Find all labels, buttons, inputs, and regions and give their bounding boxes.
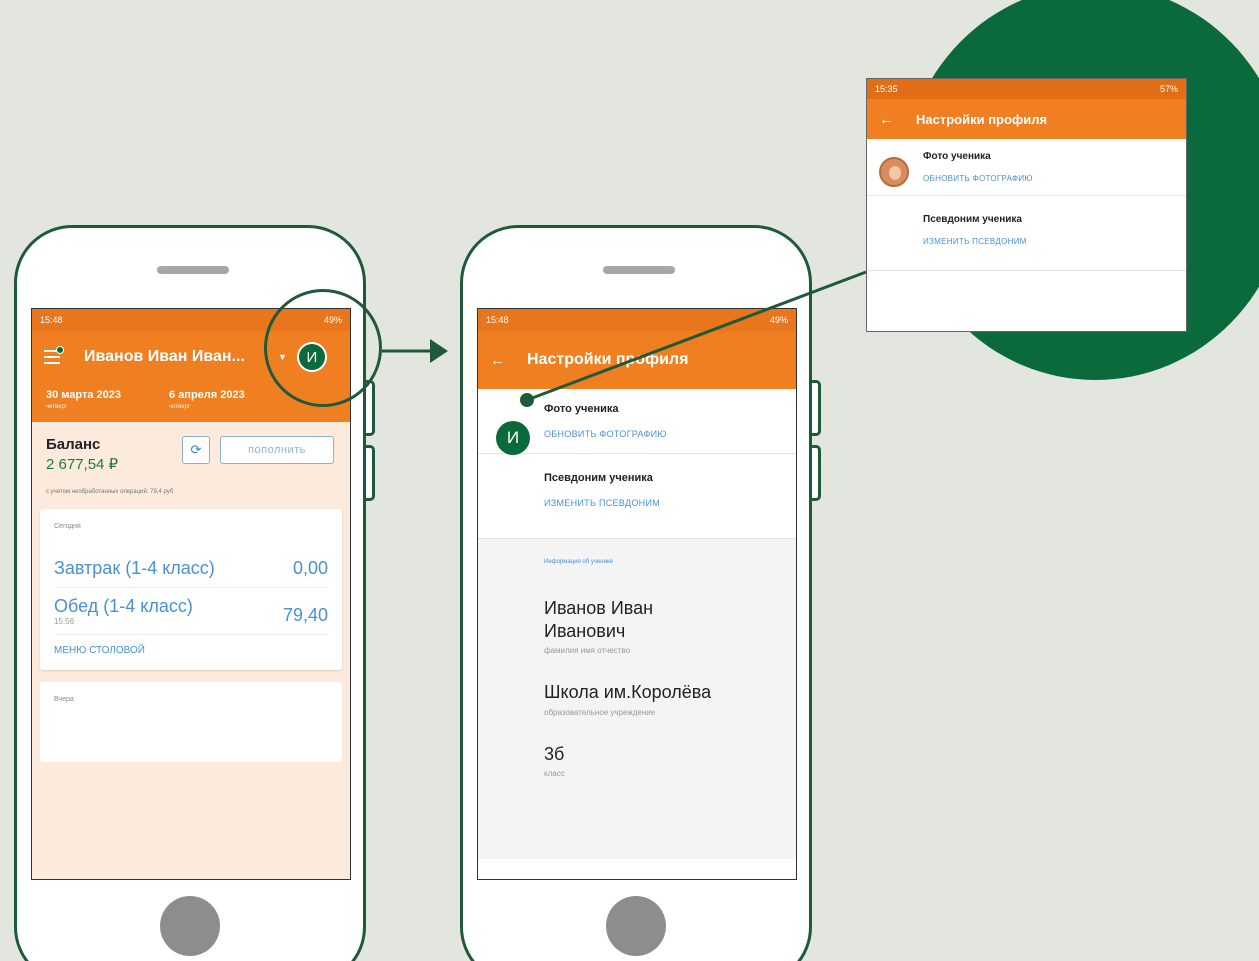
yesterday-card: Вчера <box>40 682 342 762</box>
photo-title: Фото ученика <box>923 151 991 162</box>
weekday-label: четверг <box>46 404 67 410</box>
school-name: Школа им.Королёва <box>544 682 712 702</box>
home-button <box>606 896 666 956</box>
change-alias-link[interactable]: изменить псевдоним <box>544 498 796 508</box>
alias-section: Псевдоним ученика изменить псевдоним <box>867 196 1186 271</box>
date-item[interactable]: 30 марта 2023 четверг <box>46 389 121 410</box>
arrow-left-icon[interactable]: ← <box>490 352 505 369</box>
balance-note: с учетом необработанных операций: 79,4 р… <box>46 489 174 495</box>
meal-name: Обед (1-4 класс) <box>54 596 193 616</box>
avatar-highlight-ring <box>264 289 382 407</box>
today-card: Сегодня Завтрак (1-4 класс) 0,00 Обед (1… <box>40 509 342 670</box>
status-time: 15:48 <box>40 315 63 325</box>
notification-dot <box>56 346 64 354</box>
change-alias-link[interactable]: изменить псевдоним <box>923 237 1186 246</box>
status-icons: 49% <box>769 315 788 325</box>
class-label: класс <box>544 769 565 778</box>
meal-time: 15:56 <box>54 617 75 626</box>
phone-side-button <box>812 380 821 436</box>
meal-name: Завтрак (1-4 класс) <box>54 558 215 578</box>
student-photo-avatar[interactable] <box>879 157 909 187</box>
alias-title: Псевдоним ученика <box>923 214 1022 225</box>
info-header: Информация об ученике <box>544 559 613 565</box>
page-title: Настройки профиля <box>916 111 1048 127</box>
school-label: образовательное учреждение <box>544 707 656 717</box>
hamburger-icon[interactable] <box>44 346 64 364</box>
phone-side-button <box>366 445 375 501</box>
weekday-label: четверг <box>169 404 191 410</box>
meal-price: 79,40 <box>282 605 328 625</box>
status-time: 15:48 <box>486 315 509 325</box>
update-photo-link[interactable]: обновить фотографию <box>544 429 796 439</box>
alias-section: Псевдоним ученика изменить псевдоним <box>478 454 796 539</box>
photo-title: Фото ученика <box>544 403 619 415</box>
status-icons: 57% <box>1159 84 1178 94</box>
arrow-left-icon[interactable]: ← <box>879 111 894 128</box>
status-time: 15:35 <box>875 84 898 94</box>
refresh-icon[interactable]: ⟳ <box>182 436 210 464</box>
page-title: Настройки профиля <box>527 351 689 368</box>
app-bar: ← Настройки профиля <box>478 331 796 389</box>
date-item[interactable]: 6 апреля 2023 четверг <box>169 389 245 410</box>
app-bar: ← Настройки профиля <box>867 99 1186 139</box>
meal-row[interactable]: Обед (1-4 класс) 15:56 79,40 <box>54 588 328 634</box>
balance-panel: Баланс 2 677,54 ₽ ⟳ пополнить с учетом н… <box>32 422 350 503</box>
meal-row[interactable]: Завтрак (1-4 класс) 0,00 <box>54 550 328 587</box>
phone-side-button <box>366 380 375 436</box>
today-header: Сегодня <box>54 523 81 530</box>
student-fio: Иванов Иван Иванович <box>544 598 654 641</box>
status-bar: 15:48 49% <box>478 309 796 331</box>
alias-title: Псевдоним ученика <box>544 472 653 484</box>
fio-label: фамилия имя отчество <box>544 646 631 655</box>
meals-list: Сегодня Завтрак (1-4 класс) 0,00 Обед (1… <box>32 503 350 879</box>
yesterday-header: Вчера <box>54 696 74 703</box>
update-photo-link[interactable]: обновить фотографию <box>923 174 1186 183</box>
zoom-inset: 15:35 57% ← Настройки профиля Фото учени… <box>866 78 1187 332</box>
status-bar: 15:35 57% <box>867 79 1186 99</box>
phone-profile-settings: 15:48 49% ← Настройки профиля Фото учени… <box>460 225 812 961</box>
screen-profile: 15:48 49% ← Настройки профиля Фото учени… <box>477 308 797 880</box>
student-name-title[interactable]: Иванов Иван Иван... <box>84 348 274 366</box>
student-avatar[interactable]: И <box>496 421 530 455</box>
date-label: 30 марта 2023 <box>46 389 122 401</box>
home-button <box>160 896 220 956</box>
student-info: Информация об ученике Иванов Иван Иванов… <box>478 539 796 859</box>
class-value: 3б <box>544 743 565 764</box>
topup-button[interactable]: пополнить <box>220 436 334 464</box>
phone-speaker <box>603 266 675 274</box>
phone-side-button <box>812 445 821 501</box>
meal-price: 0,00 <box>292 558 328 578</box>
phone-speaker <box>157 266 229 274</box>
arrow-head-icon <box>430 339 448 363</box>
photo-section: Фото ученика обновить фотографию <box>867 139 1186 196</box>
date-label: 6 апреля 2023 <box>169 389 245 401</box>
canteen-menu-link[interactable]: меню столовой <box>54 635 328 662</box>
